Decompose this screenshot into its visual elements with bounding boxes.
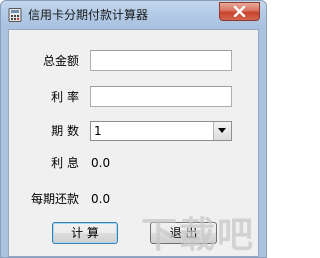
close-button[interactable] — [219, 2, 260, 21]
interest-rate-input[interactable] — [90, 86, 232, 107]
calculate-button[interactable]: 计 算 — [52, 222, 118, 244]
close-icon — [233, 6, 246, 17]
interest-rate-label: 利 率 — [51, 90, 79, 104]
window-title: 信用卡分期付款计算器 — [28, 8, 149, 22]
exit-button[interactable]: 退 出 — [150, 222, 217, 244]
total-amount-input[interactable] — [90, 50, 232, 71]
title-bar[interactable]: 信用卡分期付款计算器 — [1, 1, 266, 29]
periods-label: 期 数 — [51, 124, 79, 138]
monthly-payment-value: 0.0 — [91, 192, 111, 206]
chevron-down-icon — [218, 128, 226, 133]
periods-selected-value: 1 — [94, 124, 102, 138]
total-amount-label: 总金额 — [42, 54, 79, 68]
app-window: 信用卡分期付款计算器 总金额 利 率 期 数 1 利 息 0.0 每期还款 0.… — [0, 0, 267, 258]
client-area: 总金额 利 率 期 数 1 利 息 0.0 每期还款 0.0 计 算 退 出 — [8, 29, 259, 257]
periods-select[interactable]: 1 — [90, 121, 232, 141]
dropdown-arrow[interactable] — [213, 122, 231, 140]
interest-label: 利 息 — [51, 156, 79, 170]
monthly-payment-label: 每期还款 — [30, 192, 79, 206]
calculator-icon — [8, 8, 22, 22]
interest-value: 0.0 — [91, 156, 111, 170]
